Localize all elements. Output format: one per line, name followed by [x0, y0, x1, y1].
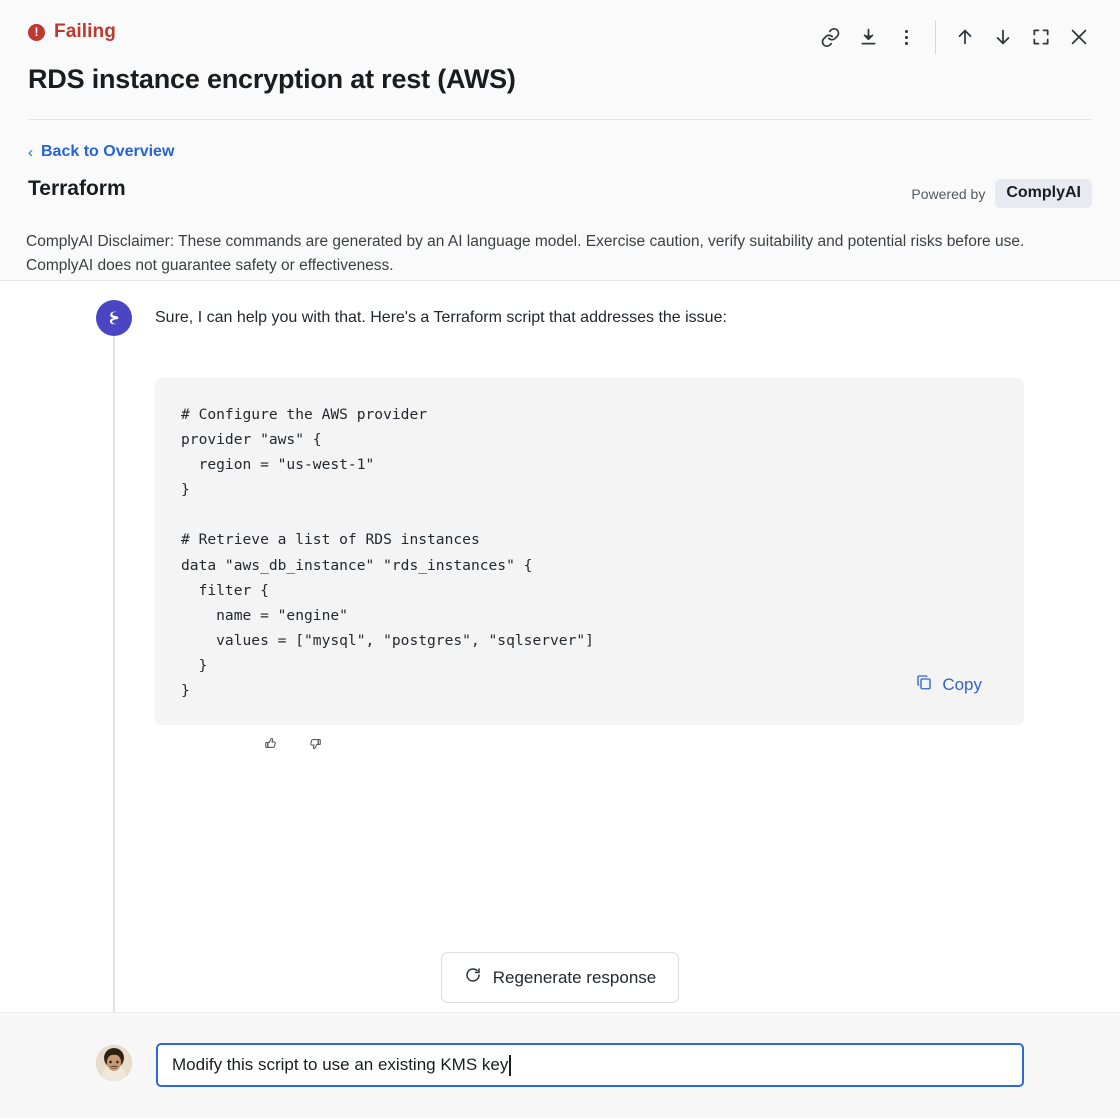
- download-icon[interactable]: [849, 18, 887, 56]
- link-icon[interactable]: [811, 18, 849, 56]
- terraform-code: # Configure the AWS provider provider "a…: [181, 406, 594, 700]
- disclaimer-text: ComplyAI Disclaimer: These commands are …: [26, 232, 1025, 274]
- powered-by-label: Powered by: [911, 185, 986, 202]
- complyai-remediation-panel: ! Failing RDS instance encryption at res…: [0, 0, 1120, 1118]
- powered-by: Powered by ComplyAI: [911, 179, 1092, 208]
- arrow-down-icon[interactable]: [984, 18, 1022, 56]
- close-icon[interactable]: [1060, 18, 1098, 56]
- panel-header: ! Failing RDS instance encryption at res…: [0, 0, 1120, 281]
- regenerate-response-button[interactable]: Regenerate response: [440, 952, 680, 1003]
- status-label: Failing: [54, 21, 116, 42]
- section-title: Terraform: [28, 177, 126, 200]
- toolbar-divider: [935, 20, 936, 54]
- back-link-label: Back to Overview: [41, 143, 175, 160]
- copy-icon: [915, 673, 933, 696]
- copy-label: Copy: [942, 674, 982, 694]
- page-title: RDS instance encryption at rest (AWS): [28, 64, 516, 94]
- assistant-message-text: Sure, I can help you with that. Here's a…: [155, 309, 727, 326]
- regenerate-label: Regenerate response: [492, 967, 657, 987]
- refresh-icon: [464, 966, 482, 989]
- user-avatar: [96, 1045, 132, 1081]
- chat-area: Sure, I can help you with that. Here's a…: [0, 282, 1120, 1082]
- text-cursor: [509, 1054, 511, 1076]
- more-vertical-icon[interactable]: [887, 18, 925, 56]
- expand-icon[interactable]: [1022, 18, 1060, 56]
- complyai-brand-badge: ComplyAI: [995, 179, 1092, 208]
- thumbs-down-icon[interactable]: [302, 730, 328, 756]
- header-toolbar: [811, 18, 1098, 56]
- arrow-up-icon[interactable]: [946, 18, 984, 56]
- code-block-card: # Configure the AWS provider provider "a…: [155, 378, 1024, 726]
- alert-circle-icon: !: [28, 23, 45, 41]
- message-input[interactable]: Modify this script to use an existing KM…: [156, 1043, 1024, 1087]
- back-to-overview-link[interactable]: ‹ Back to Overview: [28, 143, 174, 161]
- complyai-bot-avatar: [96, 300, 132, 336]
- feedback-row: [258, 730, 328, 756]
- regenerate-row: Regenerate response: [0, 952, 1120, 1003]
- message-composer: Modify this script to use an existing KM…: [0, 1012, 1120, 1118]
- copy-button[interactable]: Copy: [909, 672, 988, 697]
- chevron-left-icon: ‹: [28, 143, 33, 161]
- thumbs-up-icon[interactable]: [258, 730, 284, 756]
- header-divider: [28, 119, 1092, 120]
- message-input-value: Modify this script to use an existing KM…: [172, 1055, 509, 1074]
- status-badge: ! Failing: [28, 21, 116, 43]
